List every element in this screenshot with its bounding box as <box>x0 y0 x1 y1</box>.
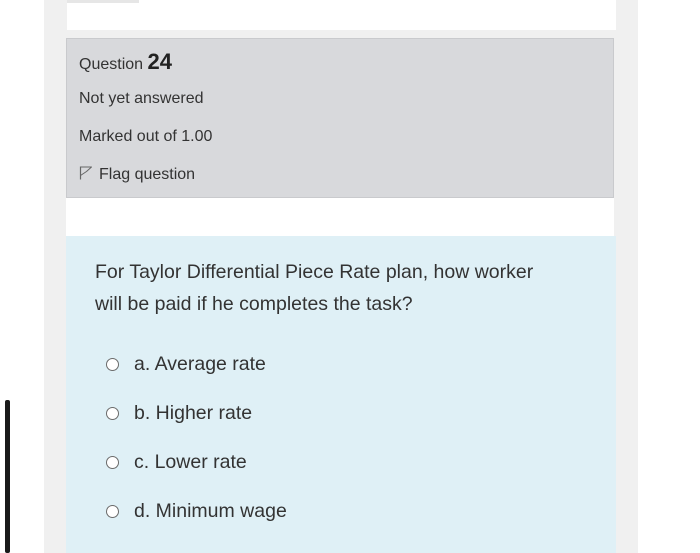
previous-question-end <box>67 0 616 30</box>
question-text: For Taylor Differential Piece Rate plan,… <box>95 256 595 320</box>
question-number: 24 <box>147 49 172 74</box>
option-b-label[interactable]: b. Higher rate <box>134 402 252 425</box>
question-content-panel: For Taylor Differential Piece Rate plan,… <box>66 236 616 553</box>
marks-label: Marked out of 1.00 <box>79 128 213 145</box>
answer-status: Not yet answered <box>79 90 204 107</box>
option-a[interactable]: a. Average rate <box>106 352 266 376</box>
question-text-line-1: For Taylor Differential Piece Rate plan,… <box>95 261 534 283</box>
flag-outline-icon <box>79 166 92 180</box>
radio-button-a[interactable] <box>106 357 119 371</box>
option-d[interactable]: d. Minimum wage <box>106 499 287 523</box>
question-text-line-2: will be paid if he completes the task? <box>95 293 413 315</box>
flag-question-label: Flag question <box>99 166 196 183</box>
option-b[interactable]: b. Higher rate <box>106 401 252 425</box>
question-info-panel: Question 24 Not yet answered Marked out … <box>66 38 614 198</box>
flag-question-link[interactable]: Flag question <box>79 166 195 184</box>
option-d-label[interactable]: d. Minimum wage <box>134 500 287 523</box>
question-number-heading: Question 24 <box>79 49 172 75</box>
scroll-indicator <box>5 400 10 553</box>
radio-button-b[interactable] <box>106 406 119 420</box>
top-tab-edge <box>67 0 139 3</box>
option-a-label[interactable]: a. Average rate <box>134 353 266 376</box>
option-c-label[interactable]: c. Lower rate <box>134 451 247 474</box>
radio-button-c[interactable] <box>106 455 119 469</box>
question-word: Question <box>79 56 144 73</box>
option-c[interactable]: c. Lower rate <box>106 450 247 474</box>
radio-button-d[interactable] <box>106 504 119 518</box>
panel-gap <box>66 198 614 236</box>
